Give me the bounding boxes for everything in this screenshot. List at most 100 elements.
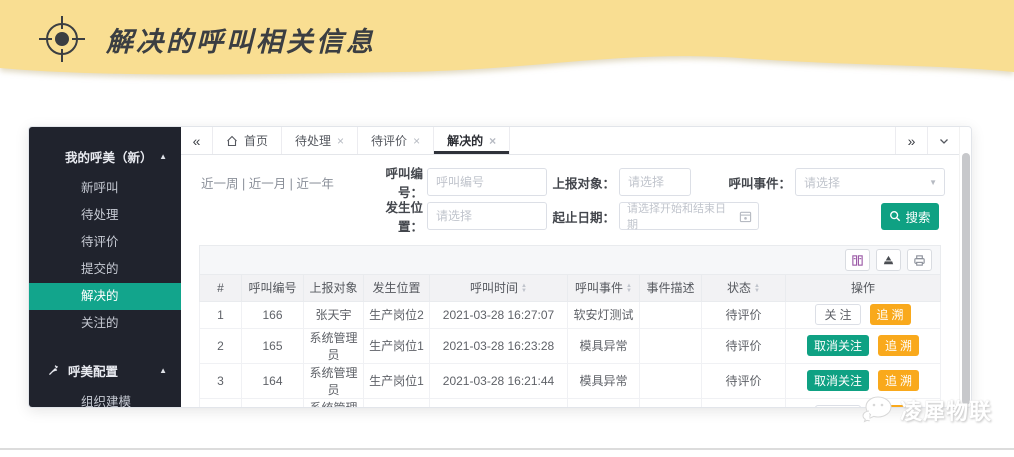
cell-status: 待评价 xyxy=(702,398,786,408)
cell-call-no: 166 xyxy=(242,301,304,328)
sort-icon[interactable]: ▲▼ xyxy=(521,284,527,294)
col-event-desc: 事件描述 xyxy=(640,275,702,301)
cell-call-event: 模具异常 xyxy=(568,398,640,408)
calendar-icon xyxy=(739,210,752,223)
call-no-input[interactable] xyxy=(427,168,547,196)
cell-call-event: 模具异常 xyxy=(568,328,640,363)
tab-label: 待处理 xyxy=(295,132,331,149)
report-target-select[interactable] xyxy=(619,168,691,196)
date-range-links[interactable]: 近一周 | 近一月 | 近一年 xyxy=(181,173,361,192)
col-label: 状态 xyxy=(727,281,751,295)
tab-pending[interactable]: 待处理 × xyxy=(282,127,358,154)
sidebar-item-submitted[interactable]: 提交的 xyxy=(29,256,181,283)
sidebar-item-resolved[interactable]: 解决的 xyxy=(29,283,181,310)
brand-name: 凌犀物联 xyxy=(900,394,992,426)
col-actions: 操作 xyxy=(786,275,941,301)
chevron-down-icon: ▼ xyxy=(929,178,937,187)
cell-report-target: 系统管理员 xyxy=(304,328,364,363)
cell-report-target: 系统管理员 xyxy=(304,363,364,398)
page-title: 解决的呼叫相关信息 xyxy=(106,20,376,59)
scrollbar-thumb[interactable] xyxy=(962,153,970,405)
cell-index: 1 xyxy=(200,301,242,328)
tabs-scroll-left-icon[interactable]: « xyxy=(181,127,213,154)
close-icon[interactable]: × xyxy=(489,134,496,148)
calls-table: # 呼叫编号 上报对象 发生位置 呼叫时间▲▼ 呼叫事件▲▼ 事件描述 状态▲▼ xyxy=(199,275,941,408)
cell-index: 2 xyxy=(200,328,242,363)
cell-call-no: 165 xyxy=(242,328,304,363)
cell-location: 生产岗位1 xyxy=(364,328,430,363)
cell-status: 待评价 xyxy=(702,301,786,328)
call-event-select[interactable]: 请选择 ▼ xyxy=(795,168,945,196)
table-row: 1 166 张天宇 生产岗位2 2021-03-28 16:27:07 软安灯测… xyxy=(200,301,941,328)
close-icon[interactable]: × xyxy=(337,134,344,148)
sidebar-item-new-call[interactable]: 新呼叫 xyxy=(29,175,181,202)
date-range-label: 起止日期： xyxy=(547,207,615,226)
cell-call-time: 2021-03-28 16:27:07 xyxy=(430,301,568,328)
tabbar-spacer xyxy=(510,127,895,154)
unfollow-button[interactable]: 取消关注 xyxy=(807,370,869,391)
print-button[interactable] xyxy=(907,249,932,271)
cell-actions: 取消关注 追溯 xyxy=(786,328,941,363)
sort-icon[interactable]: ▲▼ xyxy=(754,284,760,294)
table-block: # 呼叫编号 上报对象 发生位置 呼叫时间▲▼ 呼叫事件▲▼ 事件描述 状态▲▼ xyxy=(199,245,941,408)
columns-icon xyxy=(851,254,864,267)
location-select[interactable] xyxy=(427,202,547,230)
cell-report-target: 张天宇 xyxy=(304,301,364,328)
vertical-scrollbar[interactable] xyxy=(959,127,971,407)
export-button[interactable] xyxy=(876,249,901,271)
table-row: 3 164 系统管理员 生产岗位1 2021-03-28 16:21:44 模具… xyxy=(200,363,941,398)
tabs-scroll-right-icon[interactable]: » xyxy=(895,127,927,154)
col-status[interactable]: 状态▲▼ xyxy=(702,275,786,301)
cell-location: 生产岗位1 xyxy=(364,398,430,408)
sidebar-group-call-config[interactable]: 呼美配置 ▲ xyxy=(29,351,181,389)
trace-button[interactable]: 追溯 xyxy=(870,304,911,325)
app-window: 我的呼美（新） ▲ 新呼叫 待处理 待评价 提交的 解决的 关注的 呼美配置 ▲… xyxy=(28,126,972,408)
sidebar-item-followed[interactable]: 关注的 xyxy=(29,310,181,337)
trace-button[interactable]: 追溯 xyxy=(878,335,919,356)
cell-call-no: 163 xyxy=(242,398,304,408)
cell-index: 4 xyxy=(200,398,242,408)
sidebar-group-my-call[interactable]: 我的呼美（新） ▲ xyxy=(29,137,181,175)
chat-mascot-icon xyxy=(861,395,895,425)
tabs-menu-icon[interactable] xyxy=(927,127,959,154)
date-placeholder: 请选择开始和结束日期 xyxy=(627,200,736,232)
column-settings-button[interactable] xyxy=(845,249,870,271)
cell-actions: 关注 追溯 xyxy=(786,301,941,328)
cell-event-desc xyxy=(640,363,702,398)
table-row: 4 163 系统管理员 生产岗位1 2021-03-28 16:19:01 模具… xyxy=(200,398,941,408)
sidebar-item-to-review[interactable]: 待评价 xyxy=(29,229,181,256)
select-placeholder: 请选择 xyxy=(804,174,840,191)
col-call-event[interactable]: 呼叫事件▲▼ xyxy=(568,275,640,301)
unfollow-button[interactable]: 取消关注 xyxy=(807,335,869,356)
chevron-up-icon: ▲ xyxy=(159,152,167,161)
tab-to-review[interactable]: 待评价 × xyxy=(358,127,434,154)
trace-button[interactable]: 追溯 xyxy=(878,370,919,391)
sort-icon[interactable]: ▲▼ xyxy=(626,284,632,294)
date-range-picker[interactable]: 请选择开始和结束日期 xyxy=(619,202,759,230)
cell-index: 3 xyxy=(200,363,242,398)
col-index: # xyxy=(200,275,242,301)
cell-call-event: 软安灯测试 xyxy=(568,301,640,328)
follow-button[interactable]: 关注 xyxy=(815,405,860,408)
cell-event-desc xyxy=(640,301,702,328)
tab-label: 解决的 xyxy=(447,132,483,149)
sidebar-item-pending[interactable]: 待处理 xyxy=(29,202,181,229)
tab-home[interactable]: 首页 xyxy=(213,127,282,154)
sidebar-item-org-modeling[interactable]: 组织建模 xyxy=(29,389,181,408)
tab-resolved[interactable]: 解决的 × xyxy=(434,127,510,154)
brand-watermark: 凌犀物联 xyxy=(861,394,992,426)
printer-icon xyxy=(913,254,926,267)
content-area: « 首页 待处理 × 待评价 × 解决的 × » xyxy=(181,127,959,407)
cell-event-desc xyxy=(640,398,702,408)
sidebar-group-label: 我的呼美（新） xyxy=(65,147,159,166)
home-icon xyxy=(226,135,238,147)
target-icon xyxy=(34,13,90,65)
close-icon[interactable]: × xyxy=(413,134,420,148)
cell-actions: 取消关注 追溯 xyxy=(786,363,941,398)
col-call-time[interactable]: 呼叫时间▲▼ xyxy=(430,275,568,301)
location-label: 发生位置： xyxy=(361,197,423,235)
follow-button[interactable]: 关注 xyxy=(815,304,860,325)
search-button[interactable]: 搜索 xyxy=(881,203,939,230)
chevron-down-icon xyxy=(938,135,950,147)
cell-call-event: 模具异常 xyxy=(568,363,640,398)
